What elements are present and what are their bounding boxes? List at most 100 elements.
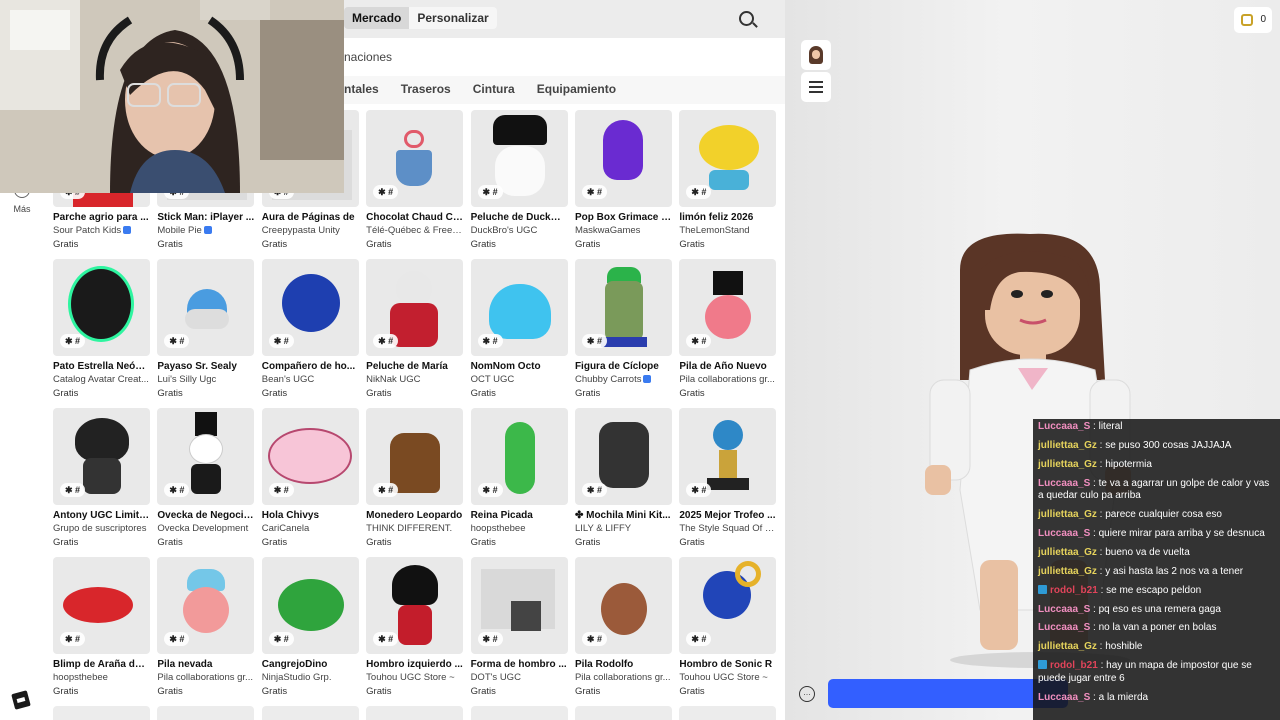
item-thumbnail[interactable]: ✱ # xyxy=(261,408,359,505)
item-card[interactable]: ✱ # Blimp de Araña de ... hoopsthebee Grati… xyxy=(53,557,150,706)
item-card[interactable]: ✱ # NomNom Octo OCT UGC Gratis xyxy=(470,259,568,408)
item-thumbnail[interactable]: ✱ # xyxy=(261,557,359,654)
item-creator[interactable]: NinjaStudio Grp. xyxy=(262,672,359,684)
item-creator[interactable]: Touhou UGC Store ~ xyxy=(679,672,776,684)
item-thumbnail[interactable]: ✱ # xyxy=(366,259,464,356)
item-name[interactable]: Monedero Leopardo xyxy=(366,510,463,522)
item-card[interactable]: ✱ # Pila de Año Nuevo Pila collaborations … xyxy=(679,259,777,408)
item-card[interactable]: ✱ # ✤ Mochila Mini Kit... LILY & LIFFY Grat… xyxy=(574,408,672,557)
item-thumbnail[interactable]: ✱ # xyxy=(470,259,568,356)
item-thumbnail[interactable]: ✱ # xyxy=(574,259,672,356)
item-name[interactable]: Hola Chivys xyxy=(262,510,359,522)
item-name[interactable]: Hombro de Sonic R xyxy=(679,659,776,671)
item-card-partial[interactable] xyxy=(366,706,464,720)
item-thumbnail[interactable]: ✱ # xyxy=(157,408,255,505)
item-card[interactable]: ✱ # Payaso Sr. Sealy Lui's Silly Ugc Gratis xyxy=(157,259,255,408)
item-card-partial[interactable] xyxy=(470,706,568,720)
item-name[interactable]: Chocolat Chaud Ci... xyxy=(366,212,463,224)
item-creator[interactable]: DOT's UGC xyxy=(471,672,568,684)
avatar-thumbnail-button[interactable] xyxy=(801,40,831,70)
item-thumbnail[interactable]: ✱ # xyxy=(261,259,359,356)
item-name[interactable]: Hombro izquierdo ... xyxy=(366,659,463,671)
item-card[interactable]: ✱ # Monedero Leopardo THINK DIFFERENT. Grat… xyxy=(366,408,464,557)
item-name[interactable]: Payaso Sr. Sealy xyxy=(157,361,254,373)
item-creator[interactable]: Sour Patch Kids xyxy=(53,225,150,237)
item-name[interactable]: Pila Rodolfo xyxy=(575,659,672,671)
item-card[interactable]: ✱ # Reina Picada hoopsthebee Gratis xyxy=(470,408,568,557)
item-name[interactable]: CangrejoDino xyxy=(262,659,359,671)
item-creator[interactable]: DuckBro's UGC xyxy=(471,225,568,237)
item-name[interactable]: NomNom Octo xyxy=(471,361,568,373)
item-thumbnail[interactable]: ✱ # xyxy=(366,408,464,505)
item-thumbnail[interactable]: ✱ # xyxy=(679,408,777,505)
item-card-partial[interactable] xyxy=(679,706,777,720)
item-card[interactable]: ✱ # Hombro izquierdo ... Touhou UGC Store … xyxy=(366,557,464,706)
item-name[interactable]: limón feliz 2026 xyxy=(679,212,776,224)
item-name[interactable]: Aura de Páginas de xyxy=(262,212,359,224)
item-creator[interactable]: Pila collaborations gr... xyxy=(679,374,776,386)
item-creator[interactable]: Télé-Québec & Freeg... xyxy=(366,225,463,237)
item-name[interactable]: Parche agrio para ... xyxy=(53,212,150,224)
item-creator[interactable]: Pila collaborations gr... xyxy=(575,672,672,684)
item-card[interactable]: ✱ # Ovecka de Negocio... Ovecka Developmen… xyxy=(157,408,255,557)
item-creator[interactable]: Catalog Avatar Creat... xyxy=(53,374,150,386)
item-creator[interactable]: CariCanela xyxy=(262,523,359,535)
item-card-partial[interactable] xyxy=(261,706,359,720)
item-creator[interactable]: OCT UGC xyxy=(471,374,568,386)
item-thumbnail[interactable]: ✱ # xyxy=(470,408,568,505)
item-card[interactable]: ✱ # Peluche de María NikNak UGC Gratis xyxy=(366,259,464,408)
item-name[interactable]: 2025 Mejor Trofeo ... xyxy=(679,510,776,522)
item-thumbnail[interactable]: ✱ # xyxy=(157,557,255,654)
item-thumbnail[interactable]: ✱ # xyxy=(470,110,568,207)
item-card[interactable]: ✱ # Figura de Cíclope Chubby Carrots Gratis xyxy=(574,259,672,408)
item-thumbnail[interactable]: ✱ # xyxy=(470,557,568,654)
item-name[interactable]: Ovecka de Negocio... xyxy=(157,510,254,522)
search-icon[interactable] xyxy=(739,11,754,26)
item-creator[interactable]: hoopsthebee xyxy=(53,672,150,684)
tab-waist[interactable]: Cintura xyxy=(473,82,515,96)
item-creator[interactable]: Touhou UGC Store ~ xyxy=(366,672,463,684)
item-creator[interactable]: THINK DIFFERENT. xyxy=(366,523,463,535)
item-card[interactable]: ✱ # Hombro de Sonic R Touhou UGC Store ~ Gr… xyxy=(679,557,777,706)
item-creator[interactable]: MaskwaGames xyxy=(575,225,672,237)
item-name[interactable]: Stick Man: iPlayer ... xyxy=(157,212,254,224)
item-card[interactable]: ✱ # Chocolat Chaud Ci... Télé-Québec & Fre… xyxy=(366,110,464,259)
item-card-partial[interactable] xyxy=(157,706,255,720)
item-name[interactable]: Antony UGC Limite... xyxy=(53,510,150,522)
item-name[interactable]: Compañero de ho... xyxy=(262,361,359,373)
tab-category[interactable]: ntales xyxy=(344,82,379,96)
item-card[interactable]: ✱ # Hola Chivys CariCanela Gratis xyxy=(261,408,359,557)
tab-customize[interactable]: Personalizar xyxy=(409,7,496,29)
item-card-partial[interactable] xyxy=(53,706,150,720)
item-thumbnail[interactable]: ✱ # xyxy=(366,557,464,654)
item-creator[interactable]: TheLemonStand xyxy=(679,225,776,237)
item-creator[interactable]: Pila collaborations gr... xyxy=(157,672,254,684)
item-thumbnail[interactable]: ✱ # xyxy=(53,408,150,505)
item-card[interactable]: ✱ # CangrejoDino NinjaStudio Grp. Gratis xyxy=(261,557,359,706)
item-name[interactable]: Peluche de María xyxy=(366,361,463,373)
item-creator[interactable]: Lui's Silly Ugc xyxy=(157,374,254,386)
item-name[interactable]: Reina Picada xyxy=(471,510,568,522)
tab-gear[interactable]: Equipamiento xyxy=(537,82,616,96)
item-card[interactable]: ✱ # Pila Rodolfo Pila collaborations gr...… xyxy=(574,557,672,706)
item-card[interactable]: ✱ # Pop Box Grimace M... MaskwaGames Gratis xyxy=(574,110,672,259)
item-creator[interactable]: Grupo de suscriptores xyxy=(53,523,150,535)
item-name[interactable]: Figura de Cíclope xyxy=(575,361,672,373)
item-creator[interactable]: Creepypasta Unity xyxy=(262,225,359,237)
item-creator[interactable]: hoopsthebee xyxy=(471,523,568,535)
item-card[interactable]: ✱ # Pila nevada Pila collaborations gr... G… xyxy=(157,557,255,706)
item-name[interactable]: Pila nevada xyxy=(157,659,254,671)
tab-market[interactable]: Mercado xyxy=(344,7,410,29)
item-thumbnail[interactable]: ✱ # xyxy=(574,557,672,654)
item-creator[interactable]: Mobile Pie xyxy=(157,225,254,237)
item-name[interactable]: Pop Box Grimace M... xyxy=(575,212,672,224)
item-creator[interactable]: Bean's UGC xyxy=(262,374,359,386)
item-creator[interactable]: NikNak UGC xyxy=(366,374,463,386)
settings-button[interactable] xyxy=(801,72,831,102)
item-thumbnail[interactable]: ✱ # xyxy=(53,259,150,356)
item-thumbnail[interactable]: ✱ # xyxy=(679,557,777,654)
item-card[interactable]: ✱ # limón feliz 2026 TheLemonStand Gratis xyxy=(679,110,777,259)
item-creator[interactable]: Ovecka Development xyxy=(157,523,254,535)
item-card[interactable]: ✱ # Forma de hombro ... DOT's UGC Gratis xyxy=(470,557,568,706)
item-creator[interactable]: Chubby Carrots xyxy=(575,374,672,386)
